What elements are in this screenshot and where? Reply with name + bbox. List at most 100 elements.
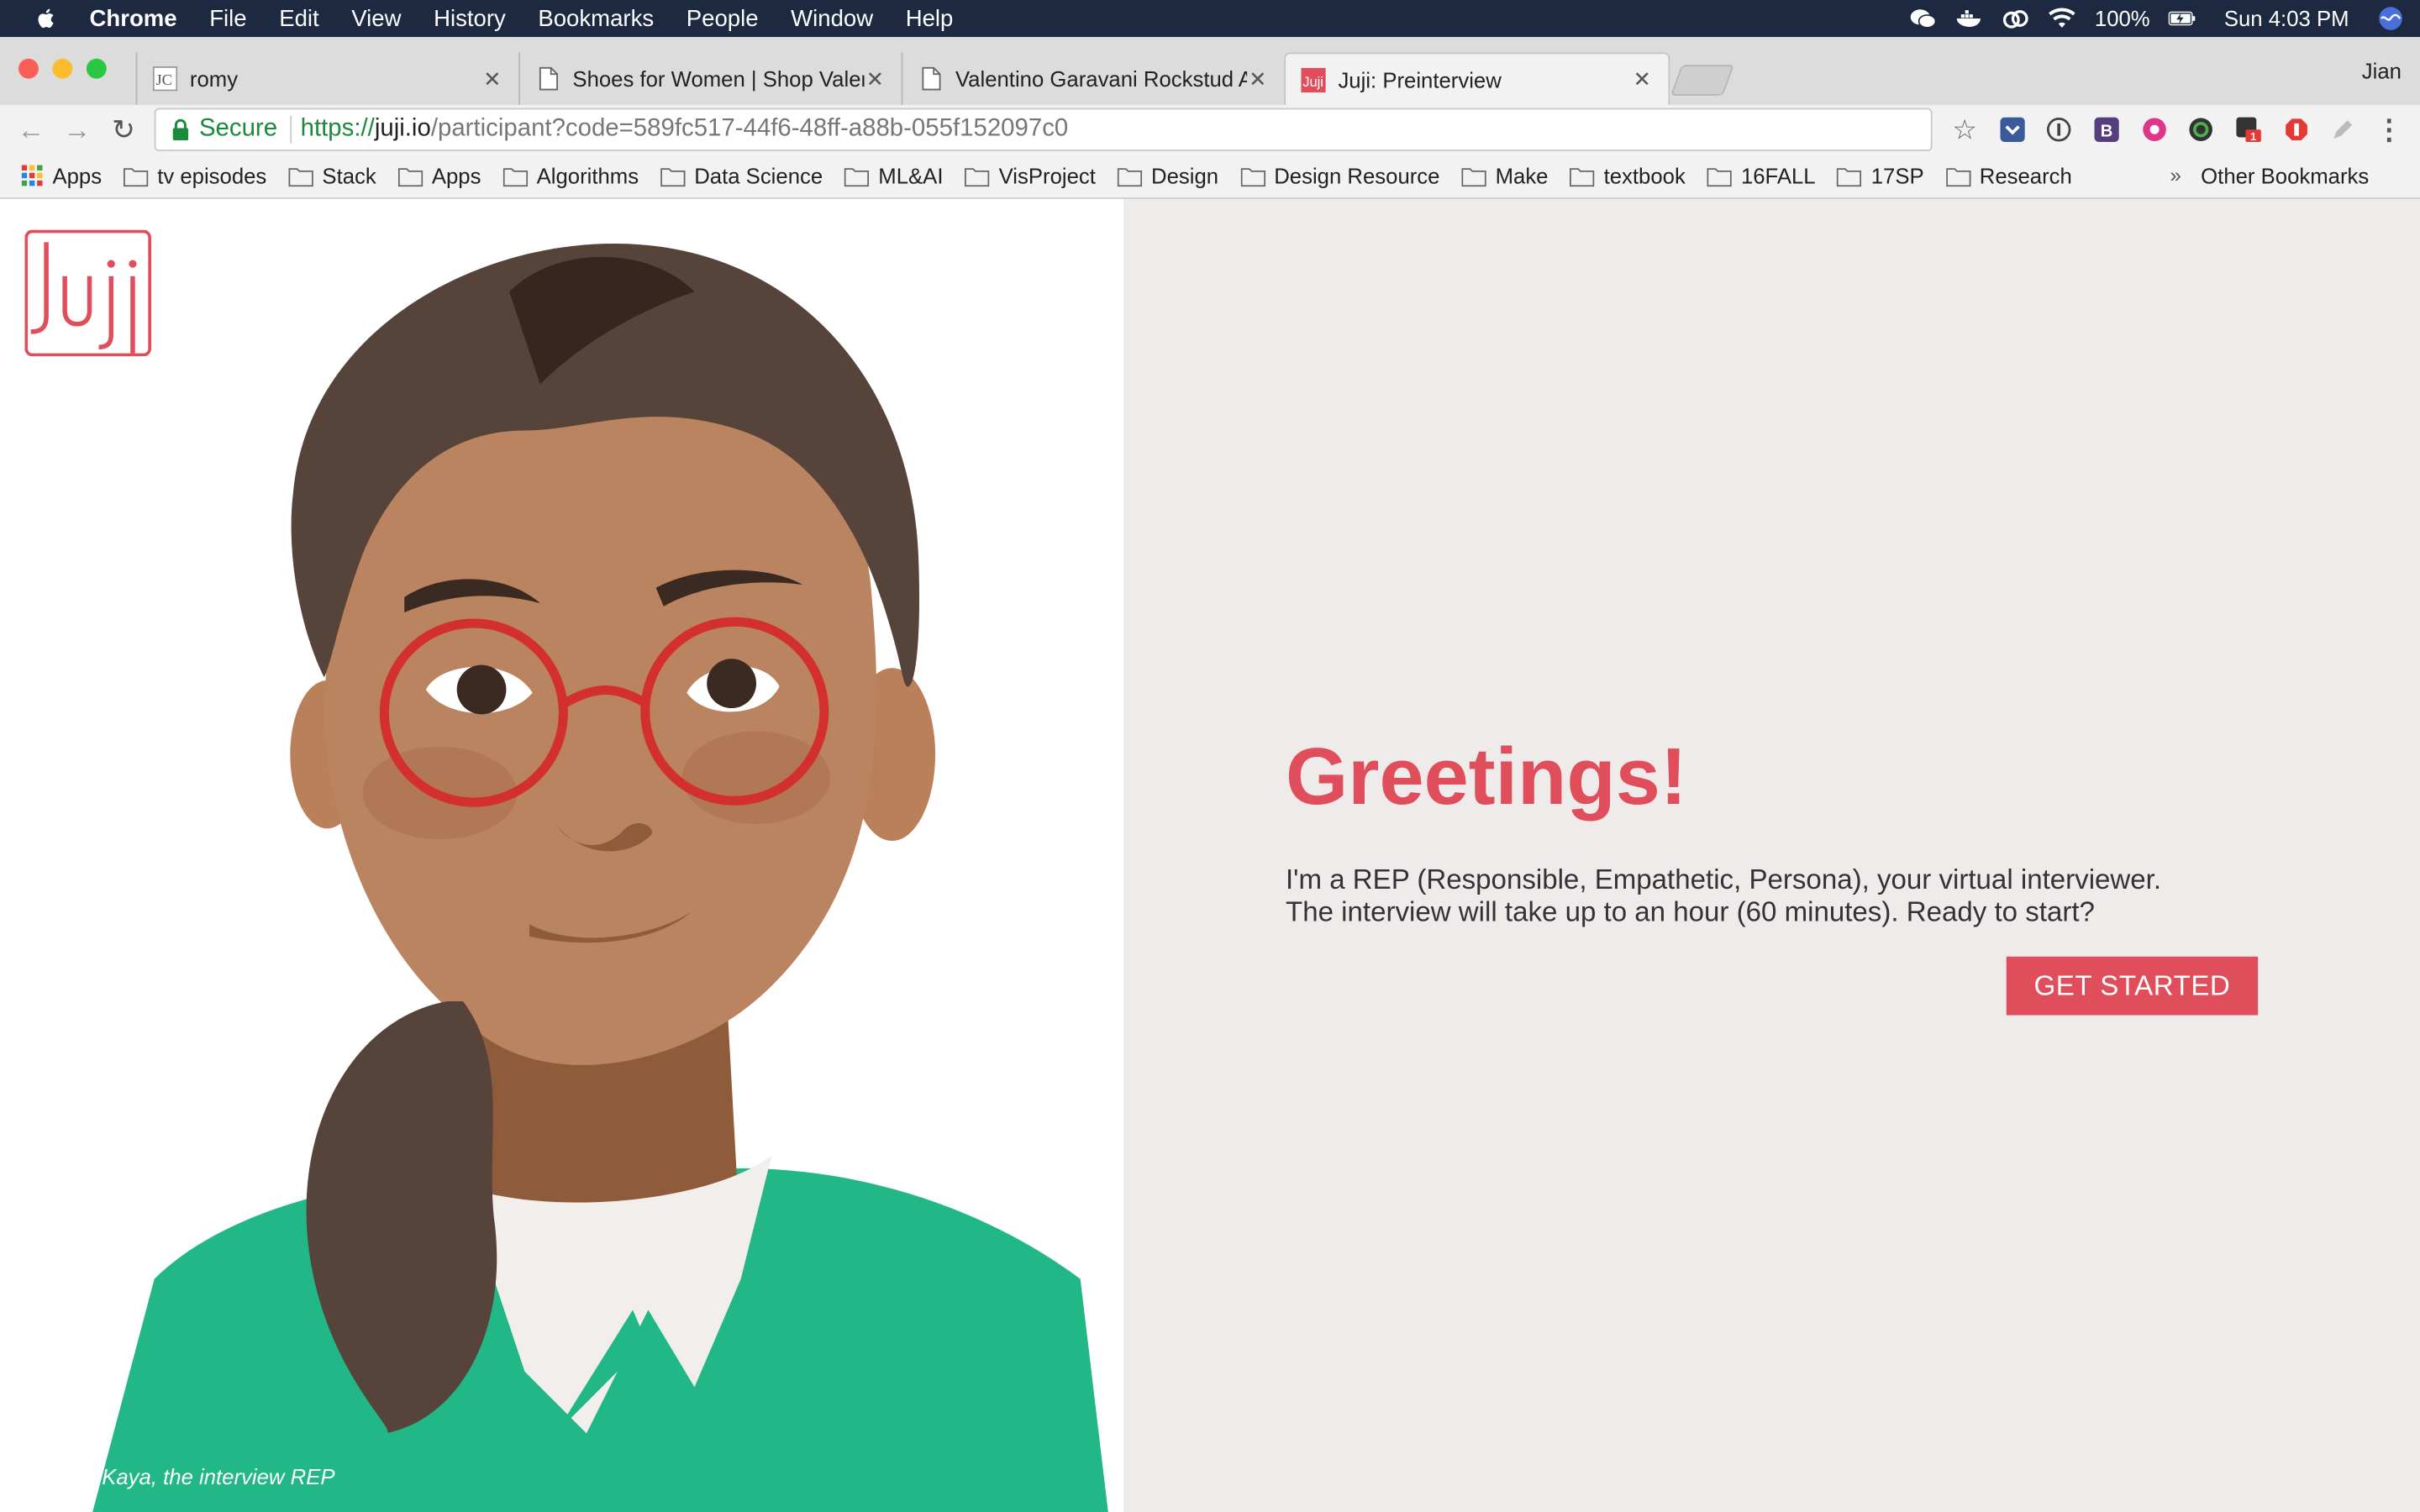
folder-icon bbox=[844, 167, 870, 186]
bookmarks-bar: Apps tv episodes Stack Apps Algorithms D… bbox=[0, 154, 2420, 199]
notification-extension-icon[interactable]: 1 bbox=[2235, 116, 2263, 144]
bookmark-folder-make[interactable]: Make bbox=[1461, 164, 1548, 188]
avatar-caption: Kaya, the interview REP bbox=[102, 1464, 335, 1489]
macos-menu-bar: Chrome File Edit View History Bookmarks … bbox=[0, 0, 2420, 38]
bookmark-folder-data-science[interactable]: Data Science bbox=[660, 164, 823, 188]
bookmark-label: Apps bbox=[431, 163, 481, 189]
clock[interactable]: Sun 4:03 PM bbox=[2224, 6, 2349, 30]
bookmark-folder-apps[interactable]: Apps bbox=[397, 164, 481, 188]
wifi-icon[interactable] bbox=[2049, 6, 2076, 30]
menu-help[interactable]: Help bbox=[906, 5, 954, 31]
tab-close-icon[interactable]: ✕ bbox=[481, 66, 503, 92]
folder-icon bbox=[1707, 167, 1732, 186]
bookmark-label: ML&AI bbox=[878, 163, 944, 189]
jc-favicon-icon: JC bbox=[152, 66, 178, 92]
menu-window[interactable]: Window bbox=[791, 5, 873, 31]
page-icon bbox=[539, 66, 558, 91]
url-host: juji.io bbox=[374, 115, 431, 142]
avatar-illustration bbox=[92, 244, 1108, 1512]
adblock-extension-icon[interactable] bbox=[2283, 116, 2311, 144]
page-icon bbox=[922, 66, 941, 91]
back-arrow-icon[interactable]: ← bbox=[15, 114, 46, 145]
tab-title: Shoes for Women | Shop Valentino bbox=[572, 66, 864, 92]
get-started-button[interactable]: GET STARTED bbox=[2006, 956, 2259, 1016]
more-menu-icon[interactable]: ⋮ bbox=[2375, 113, 2403, 144]
bookmark-folder-design-resource[interactable]: Design Resource bbox=[1239, 163, 1440, 189]
apple-logo-icon[interactable] bbox=[34, 6, 58, 30]
menu-edit[interactable]: Edit bbox=[279, 5, 318, 31]
pencil-extension-icon[interactable] bbox=[2329, 116, 2357, 144]
bookmark-folder-stack[interactable]: Stack bbox=[288, 164, 376, 188]
folder-icon bbox=[1570, 167, 1595, 186]
tab-romy[interactable]: JC romy ✕ bbox=[135, 52, 519, 105]
docker-icon[interactable] bbox=[1956, 6, 1984, 30]
bookmark-folder-17sp[interactable]: 17SP bbox=[1837, 163, 1924, 189]
bookmark-folder-research[interactable]: Research bbox=[1945, 164, 2072, 188]
browser-toolbar: ← → ↻ Secure https:// juji.io /participa… bbox=[0, 104, 2420, 155]
bookmark-apps[interactable]: Apps bbox=[21, 164, 102, 188]
zoom-window-button[interactable] bbox=[86, 58, 107, 79]
tab-title: romy bbox=[189, 66, 239, 92]
bookmark-label: VisProject bbox=[998, 163, 1096, 189]
forward-arrow-icon[interactable]: → bbox=[61, 114, 92, 145]
bookmark-star-icon[interactable]: ☆ bbox=[1951, 113, 1979, 144]
reload-icon[interactable]: ↻ bbox=[108, 114, 139, 145]
creative-cloud-icon[interactable] bbox=[2002, 6, 2030, 30]
folder-icon bbox=[1461, 167, 1486, 186]
secure-label[interactable]: Secure bbox=[199, 116, 277, 144]
bookmark-label: Design Resource bbox=[1274, 163, 1440, 189]
close-window-button[interactable] bbox=[18, 58, 39, 79]
bookmark-folder-16fall[interactable]: 16FALL bbox=[1707, 164, 1816, 188]
bookmark-folder-ml-ai[interactable]: ML&AI bbox=[844, 163, 944, 189]
bookmark-folder-visproject[interactable]: VisProject bbox=[965, 164, 1096, 188]
menu-history[interactable]: History bbox=[434, 5, 506, 31]
bootstrap-extension-icon[interactable]: B bbox=[2093, 116, 2121, 144]
svg-text:B: B bbox=[2101, 123, 2113, 141]
tab-shoes-for-women[interactable]: Shoes for Women | Shop Valentino ✕ bbox=[518, 52, 902, 105]
bookmark-label: Stack bbox=[322, 163, 376, 189]
new-tab-button[interactable] bbox=[1670, 65, 1734, 96]
folder-icon bbox=[397, 167, 423, 186]
address-bar[interactable]: Secure https:// juji.io /participant?cod… bbox=[154, 108, 1933, 151]
profile-name[interactable]: Jian bbox=[2362, 59, 2402, 83]
folder-icon bbox=[288, 167, 313, 186]
folder-icon bbox=[502, 167, 528, 186]
page-content: Kaya, the interview REP Greetings! I'm a… bbox=[0, 198, 2420, 1512]
color-picker-extension-icon[interactable] bbox=[2187, 116, 2215, 144]
battery-charging-icon[interactable] bbox=[2168, 6, 2196, 30]
svg-text:JC: JC bbox=[156, 71, 172, 88]
minimize-window-button[interactable] bbox=[52, 58, 73, 79]
bookmark-label: Algorithms bbox=[536, 163, 639, 189]
menu-view[interactable]: View bbox=[351, 5, 401, 31]
bookmark-folder-design[interactable]: Design bbox=[1117, 164, 1218, 188]
folder-icon bbox=[1837, 167, 1862, 186]
apps-grid-icon bbox=[21, 165, 43, 186]
intro-line-1: I'm a REP (Responsible, Empathetic, Pers… bbox=[1286, 864, 2162, 895]
bookmark-label: 17SP bbox=[1870, 163, 1924, 189]
menu-file[interactable]: File bbox=[209, 5, 246, 31]
tab-close-icon[interactable]: ✕ bbox=[1247, 66, 1269, 92]
eye-extension-icon[interactable] bbox=[2141, 116, 2169, 144]
wechat-icon[interactable] bbox=[1910, 6, 1938, 30]
tab-close-icon[interactable]: ✕ bbox=[865, 66, 886, 92]
menu-bookmarks[interactable]: Bookmarks bbox=[538, 5, 654, 31]
menu-extras: 100% Sun 4:03 PM bbox=[1891, 0, 2404, 37]
menu-people[interactable]: People bbox=[687, 5, 759, 31]
bookmarks-overflow-chevron-icon[interactable]: » bbox=[2170, 164, 2181, 187]
bookmark-folder-textbook[interactable]: textbook bbox=[1570, 164, 1686, 188]
siri-icon[interactable] bbox=[2377, 6, 2405, 30]
lock-icon bbox=[172, 118, 189, 141]
bookmark-label: tv episodes bbox=[157, 163, 267, 189]
folder-icon bbox=[965, 167, 990, 186]
menu-app-name[interactable]: Chrome bbox=[90, 5, 177, 31]
onepassword-extension-icon[interactable] bbox=[2045, 116, 2073, 144]
bookmark-folder-algorithms[interactable]: Algorithms bbox=[502, 164, 639, 188]
tab-close-icon[interactable]: ✕ bbox=[1631, 66, 1653, 92]
tab-valentino-rockstud[interactable]: Valentino Garavani Rockstud Ankle ✕ bbox=[901, 52, 1285, 105]
pocket-extension-icon[interactable] bbox=[1999, 116, 2027, 144]
bookmark-folder-tv-episodes[interactable]: tv episodes bbox=[123, 163, 267, 189]
bookmark-label: textbook bbox=[1603, 163, 1686, 189]
tab-juji-preinterview[interactable]: Juji Juji: Preinterview ✕ bbox=[1284, 52, 1670, 105]
folder-icon bbox=[123, 167, 149, 186]
bookmark-folder-other[interactable]: Other Bookmarks bbox=[2201, 164, 2369, 188]
